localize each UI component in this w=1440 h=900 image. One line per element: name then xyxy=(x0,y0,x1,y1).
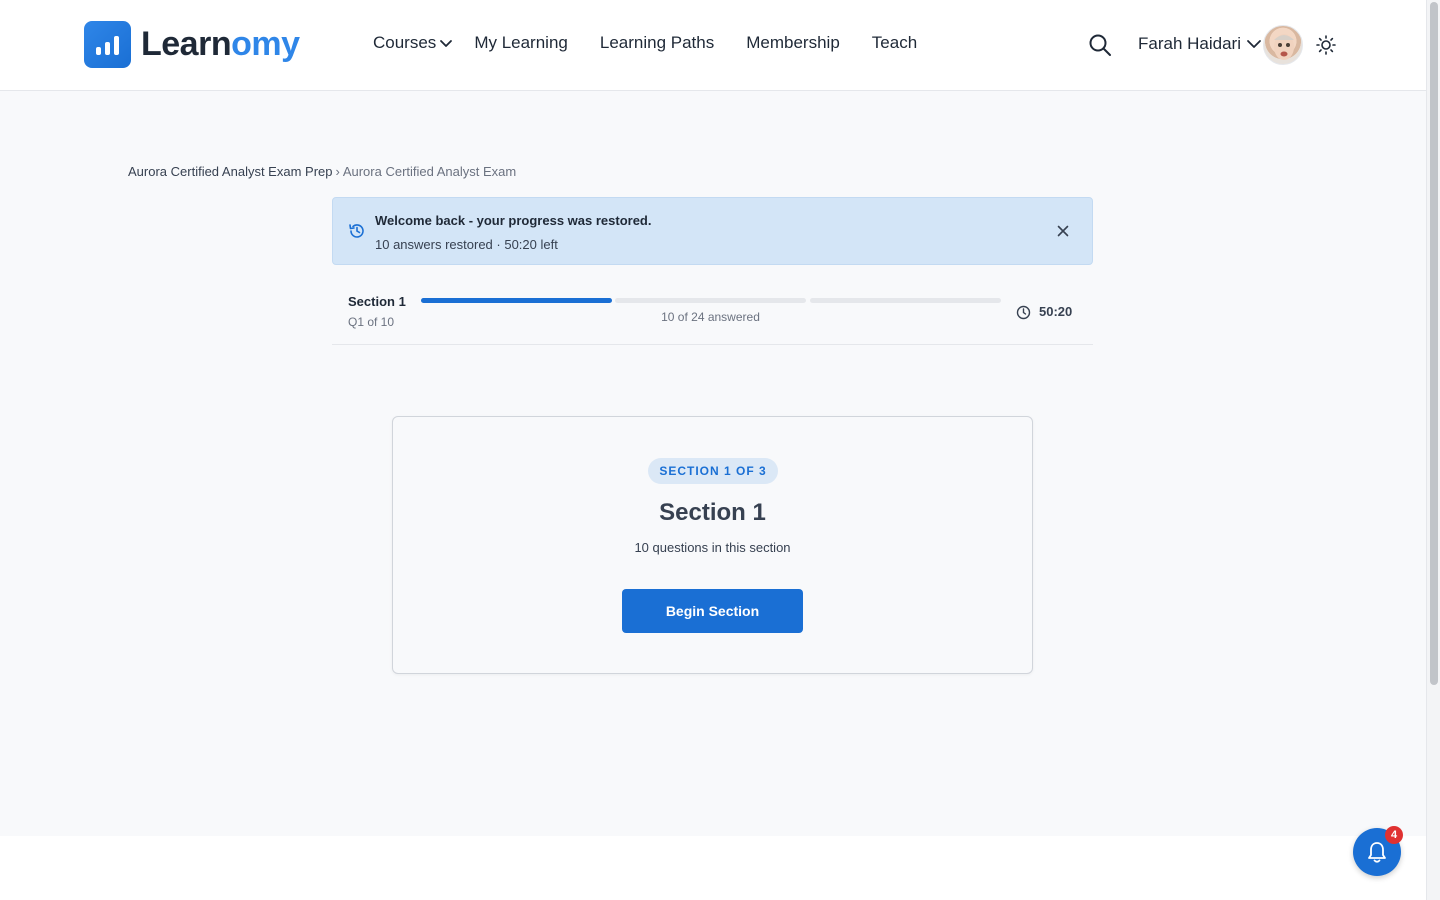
progress-segment-1-fill xyxy=(421,298,612,303)
brand-logo[interactable]: Learnomy xyxy=(84,21,300,68)
section-title: Section 1 xyxy=(659,499,766,526)
chevron-down-icon xyxy=(440,40,453,47)
exam-progress-bar: Section 1 Q1 of 10 10 of 24 answered 50:… xyxy=(332,281,1093,345)
section-badge: SECTION 1 OF 3 xyxy=(648,458,778,484)
chevron-down-icon xyxy=(1247,40,1261,48)
breadcrumb: Aurora Certified Analyst Exam Prep › Auror… xyxy=(128,164,516,179)
top-header: Learnomy Courses My Learning Learning Pa… xyxy=(0,0,1426,91)
clock-icon xyxy=(1016,305,1031,320)
theme-toggle-sun-icon[interactable] xyxy=(1315,34,1337,56)
exam-timer: 50:20 xyxy=(1039,304,1073,319)
alert-title: Welcome back - your progress was restore… xyxy=(375,213,652,228)
nav-courses[interactable]: Courses xyxy=(373,33,453,53)
logo-chart-icon xyxy=(84,21,131,68)
begin-section-button[interactable]: Begin Section xyxy=(622,589,803,633)
close-icon[interactable] xyxy=(1055,223,1071,239)
breadcrumb-current: Aurora Certified Analyst Exam xyxy=(342,164,517,179)
section-intro-card: SECTION 1 OF 3 Section 1 10 questions in… xyxy=(392,416,1033,674)
brand-name: Learnomy xyxy=(141,25,300,64)
notification-count-badge: 4 xyxy=(1385,826,1403,844)
main-nav: Courses My Learning Learning Paths Membe… xyxy=(373,33,917,53)
search-icon[interactable] xyxy=(1088,33,1112,57)
progress-segment-3 xyxy=(810,298,1001,303)
scrollbar-thumb[interactable] xyxy=(1430,2,1438,685)
user-name: Farah Haidari xyxy=(1138,34,1241,53)
page-scrollbar[interactable] xyxy=(1426,0,1440,900)
alert-subtitle: 10 answers restored · 50:20 left xyxy=(375,237,558,252)
breadcrumb-separator: › xyxy=(335,164,340,179)
bell-icon xyxy=(1368,842,1386,863)
progress-restored-alert: Welcome back - your progress was restore… xyxy=(332,197,1093,265)
progress-segment-2 xyxy=(615,298,806,303)
section-subtitle: 10 questions in this section xyxy=(634,540,791,555)
breadcrumb-parent-link[interactable]: Aurora Certified Analyst Exam Prep xyxy=(128,164,332,179)
nav-membership[interactable]: Membership xyxy=(746,33,840,53)
avatar-face-icon xyxy=(1274,34,1294,60)
nav-my-learning[interactable]: My Learning xyxy=(474,33,568,53)
brand-name-part1: Learn xyxy=(141,25,232,63)
question-counter: Q1 of 10 xyxy=(348,315,395,329)
main-content: Aurora Certified Analyst Exam Prep › Auror… xyxy=(0,91,1426,836)
progress-segment-1 xyxy=(421,298,612,303)
user-menu[interactable]: Farah Haidari xyxy=(1138,34,1262,54)
avatar[interactable] xyxy=(1263,25,1303,65)
section-label: Section 1 xyxy=(348,294,406,309)
nav-teach[interactable]: Teach xyxy=(872,33,917,53)
history-icon xyxy=(349,224,364,238)
answered-count: 10 of 24 answered xyxy=(661,310,760,324)
brand-name-part2: omy xyxy=(231,25,300,63)
nav-learning-paths[interactable]: Learning Paths xyxy=(600,33,714,53)
nav-courses-label: Courses xyxy=(373,33,437,52)
